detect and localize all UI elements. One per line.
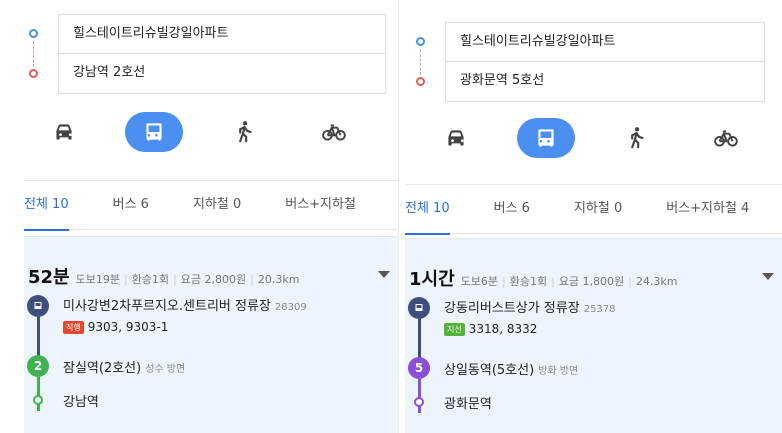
route-panel-left: 힐스테이트리슈빌강일아파트 강남역 2호선 전체 10 버스 6 지하철 0 버… — [0, 0, 398, 433]
walk-icon — [630, 127, 644, 149]
origin-field[interactable]: 힐스테이트리슈빌강일아파트 — [58, 14, 386, 54]
tab-subway[interactable]: 지하철 0 — [574, 184, 622, 234]
fare: 요금 2,800원 — [180, 273, 247, 286]
bus-stop-node — [408, 297, 430, 319]
destination-field[interactable]: 광화문역 5호선 — [445, 62, 765, 102]
bus-routes: 9303, 9303-1 — [87, 320, 169, 334]
walk-time: 도보6분 — [460, 275, 499, 288]
route-result-card[interactable]: 52분 도보19분 | 환승1회 | 요금 2,800원 | 20.3km 미사강변2차푸르… — [24, 236, 398, 433]
car-icon — [447, 130, 464, 146]
route-duration: 52분 — [28, 267, 70, 288]
transfer-count: 환승1회 — [131, 273, 170, 286]
walk-time: 도보19분 — [75, 273, 120, 286]
walk-mode-button[interactable] — [215, 112, 273, 152]
subway-line-badge: 5 — [408, 357, 430, 379]
bike-icon — [322, 124, 346, 141]
walk-mode-button[interactable] — [607, 118, 665, 158]
destination-name: 광화문역 — [444, 397, 492, 412]
route-summary: 1시간 도보6분 | 환승1회 | 요금 1,800원 | 24.3km — [409, 265, 677, 291]
step-bus-stop[interactable]: 미사강변2차푸르지오.센트리버 정류장 28309 직행 9303, 9303-1 — [24, 295, 307, 334]
transport-mode-selector — [0, 112, 398, 152]
route-result-card[interactable]: 1시간 도보6분 | 환승1회 | 요금 1,800원 | 24.3km 강동리버스트상가 … — [405, 238, 782, 433]
station-name: 잠실역(2호선) — [63, 361, 142, 376]
tab-all[interactable]: 전체 10 — [405, 184, 450, 235]
walk-icon — [239, 121, 252, 143]
route-inputs: 힐스테이트리슈빌강일아파트 강남역 2호선 — [58, 14, 386, 94]
route-duration: 1시간 — [409, 269, 455, 290]
route-type-badge: 직행 — [63, 320, 84, 334]
result-tabs: 전체 10 버스 6 지하철 0 버스+지하철 — [24, 180, 398, 231]
tab-bus-subway[interactable]: 버스+지하철 4 — [666, 184, 749, 234]
bus-mode-button[interactable] — [516, 118, 575, 158]
result-tabs: 전체 10 버스 6 지하철 0 버스+지하철 4 — [405, 184, 782, 235]
route-summary: 52분 도보19분 | 환승1회 | 요금 2,800원 | 20.3km — [28, 263, 299, 289]
route-meta: 도보6분 | 환승1회 | 요금 1,800원 | 24.3km — [460, 275, 678, 288]
distance: 20.3km — [257, 273, 300, 286]
direction: 성수 방면 — [145, 364, 186, 375]
tab-all[interactable]: 전체 10 — [24, 180, 69, 231]
distance: 24.3km — [635, 275, 678, 288]
car-icon — [56, 124, 72, 140]
bus-routes: 3318, 8332 — [468, 322, 538, 336]
destination-name: 강남역 — [63, 395, 99, 410]
stop-name: 강동리버스트상가 정류장 — [444, 301, 580, 316]
bus-mode-button[interactable] — [125, 112, 183, 152]
station-name: 상일동역(5호선) — [444, 363, 535, 378]
chevron-down-icon[interactable] — [378, 271, 390, 278]
car-mode-button[interactable] — [427, 118, 485, 158]
bus-icon — [415, 304, 423, 311]
destination-field[interactable]: 강남역 2호선 — [58, 54, 386, 94]
bike-icon — [713, 130, 738, 147]
bus-icon — [537, 129, 554, 147]
tab-bus[interactable]: 버스 6 — [113, 180, 149, 230]
step-destination[interactable]: 강남역 — [24, 389, 99, 410]
destination-dot — [29, 69, 38, 78]
fare: 요금 1,800원 — [558, 275, 625, 288]
bus-icon — [146, 123, 162, 141]
destination-node — [33, 395, 43, 405]
tab-bus-subway[interactable]: 버스+지하철 — [285, 180, 356, 230]
stop-id: 25378 — [583, 304, 616, 315]
step-destination[interactable]: 광화문역 — [405, 391, 492, 412]
car-mode-button[interactable] — [35, 112, 93, 152]
bike-mode-button[interactable] — [305, 112, 363, 152]
route-inputs: 힐스테이트리슈빌강일아파트 광화문역 5호선 — [445, 22, 765, 102]
origin-dot — [416, 37, 425, 46]
transfer-count: 환승1회 — [509, 275, 548, 288]
route-type-badge: 지선 — [444, 322, 465, 336]
step-bus-stop[interactable]: 강동리버스트상가 정류장 25378 지선 3318, 8332 — [405, 297, 616, 336]
origin-field[interactable]: 힐스테이트리슈빌강일아파트 — [445, 22, 765, 62]
route-meta: 도보19분 | 환승1회 | 요금 2,800원 | 20.3km — [75, 273, 300, 286]
tab-subway[interactable]: 지하철 0 — [193, 180, 241, 230]
origin-dot — [29, 29, 38, 38]
step-transfer-station[interactable]: 2 잠실역(2호선) 성수 방면 — [24, 355, 185, 377]
transport-mode-selector — [399, 118, 782, 158]
bus-stop-node — [27, 295, 49, 317]
stop-id: 28309 — [274, 302, 307, 313]
destination-dot — [416, 77, 425, 86]
bike-mode-button[interactable] — [697, 118, 755, 158]
destination-node — [414, 397, 424, 407]
chevron-down-icon[interactable] — [762, 273, 774, 280]
route-panel-right: 힐스테이트리슈빌강일아파트 광화문역 5호선 전체 10 버스 6 지하철 0 … — [398, 0, 782, 433]
bus-icon — [34, 302, 42, 309]
direction: 방화 방면 — [538, 366, 579, 377]
step-transfer-station[interactable]: 5 상일동역(5호선) 방화 방면 — [405, 357, 578, 379]
subway-line-badge: 2 — [27, 355, 49, 377]
stop-name: 미사강변2차푸르지오.센트리버 정류장 — [63, 299, 271, 314]
tab-bus[interactable]: 버스 6 — [494, 184, 530, 234]
